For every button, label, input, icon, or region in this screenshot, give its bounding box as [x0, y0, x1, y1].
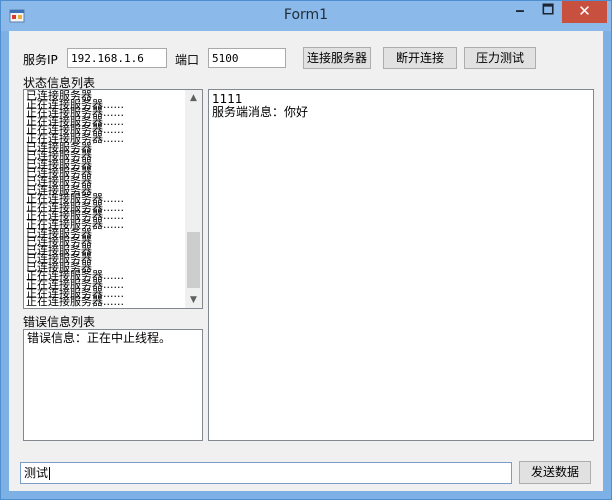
list-item[interactable]: 正在连接服务器......: [26, 296, 184, 307]
send-input[interactable]: 测试: [20, 462, 512, 484]
scroll-up-icon[interactable]: ▲: [185, 90, 202, 106]
close-button[interactable]: ✕: [562, 1, 607, 23]
message-lines: 1111 服务端消息：你好: [212, 93, 308, 119]
status-items: 已连接服务器 正在连接服务器...... 正在连接服务器...... 正在连接服务器.…: [26, 90, 184, 307]
send-input-value: 测试: [24, 466, 49, 480]
status-listbox[interactable]: 已连接服务器 正在连接服务器...... 正在连接服务器...... 正在连接服务器.…: [23, 89, 203, 309]
text-cursor: [49, 467, 51, 480]
maximize-button[interactable]: 🗖: [535, 1, 561, 23]
disconnect-button[interactable]: 断开连接: [383, 47, 457, 69]
scroll-down-icon[interactable]: ▼: [185, 292, 202, 308]
list-item[interactable]: 错误信息：正在中止线程。: [27, 332, 171, 345]
minimize-button[interactable]: 🗕: [507, 1, 533, 23]
error-listbox[interactable]: 错误信息：正在中止线程。: [23, 329, 203, 441]
ip-input[interactable]: 192.168.1.6: [67, 48, 167, 68]
close-icon: ✕: [578, 2, 591, 20]
list-item[interactable]: 服务端消息：你好: [212, 106, 308, 119]
form-client-area: 服务IP 192.168.1.6 端口 5100 连接服务器 断开连接 压力测试…: [9, 31, 603, 491]
port-input[interactable]: 5100: [208, 48, 286, 68]
message-textbox[interactable]: 1111 服务端消息：你好: [208, 89, 594, 441]
ip-label: 服务IP: [23, 53, 58, 67]
connect-button[interactable]: 连接服务器: [303, 47, 371, 69]
error-list-label: 错误信息列表: [23, 315, 96, 329]
scroll-thumb[interactable]: [187, 232, 200, 288]
app-window: Form1 🗕 🗖 ✕ 服务IP 192.168.1.6 端口 5100 连接服…: [0, 0, 612, 500]
send-button[interactable]: 发送数据: [519, 461, 591, 484]
minimize-icon: 🗕: [515, 3, 525, 18]
title-bar[interactable]: Form1 🗕 🗖 ✕: [1, 1, 611, 31]
stress-test-button[interactable]: 压力测试: [464, 47, 536, 69]
maximize-icon: 🗖: [541, 3, 555, 18]
error-items: 错误信息：正在中止线程。: [27, 332, 171, 345]
port-label: 端口: [175, 53, 200, 67]
status-scrollbar[interactable]: ▲ ▼: [185, 90, 202, 308]
